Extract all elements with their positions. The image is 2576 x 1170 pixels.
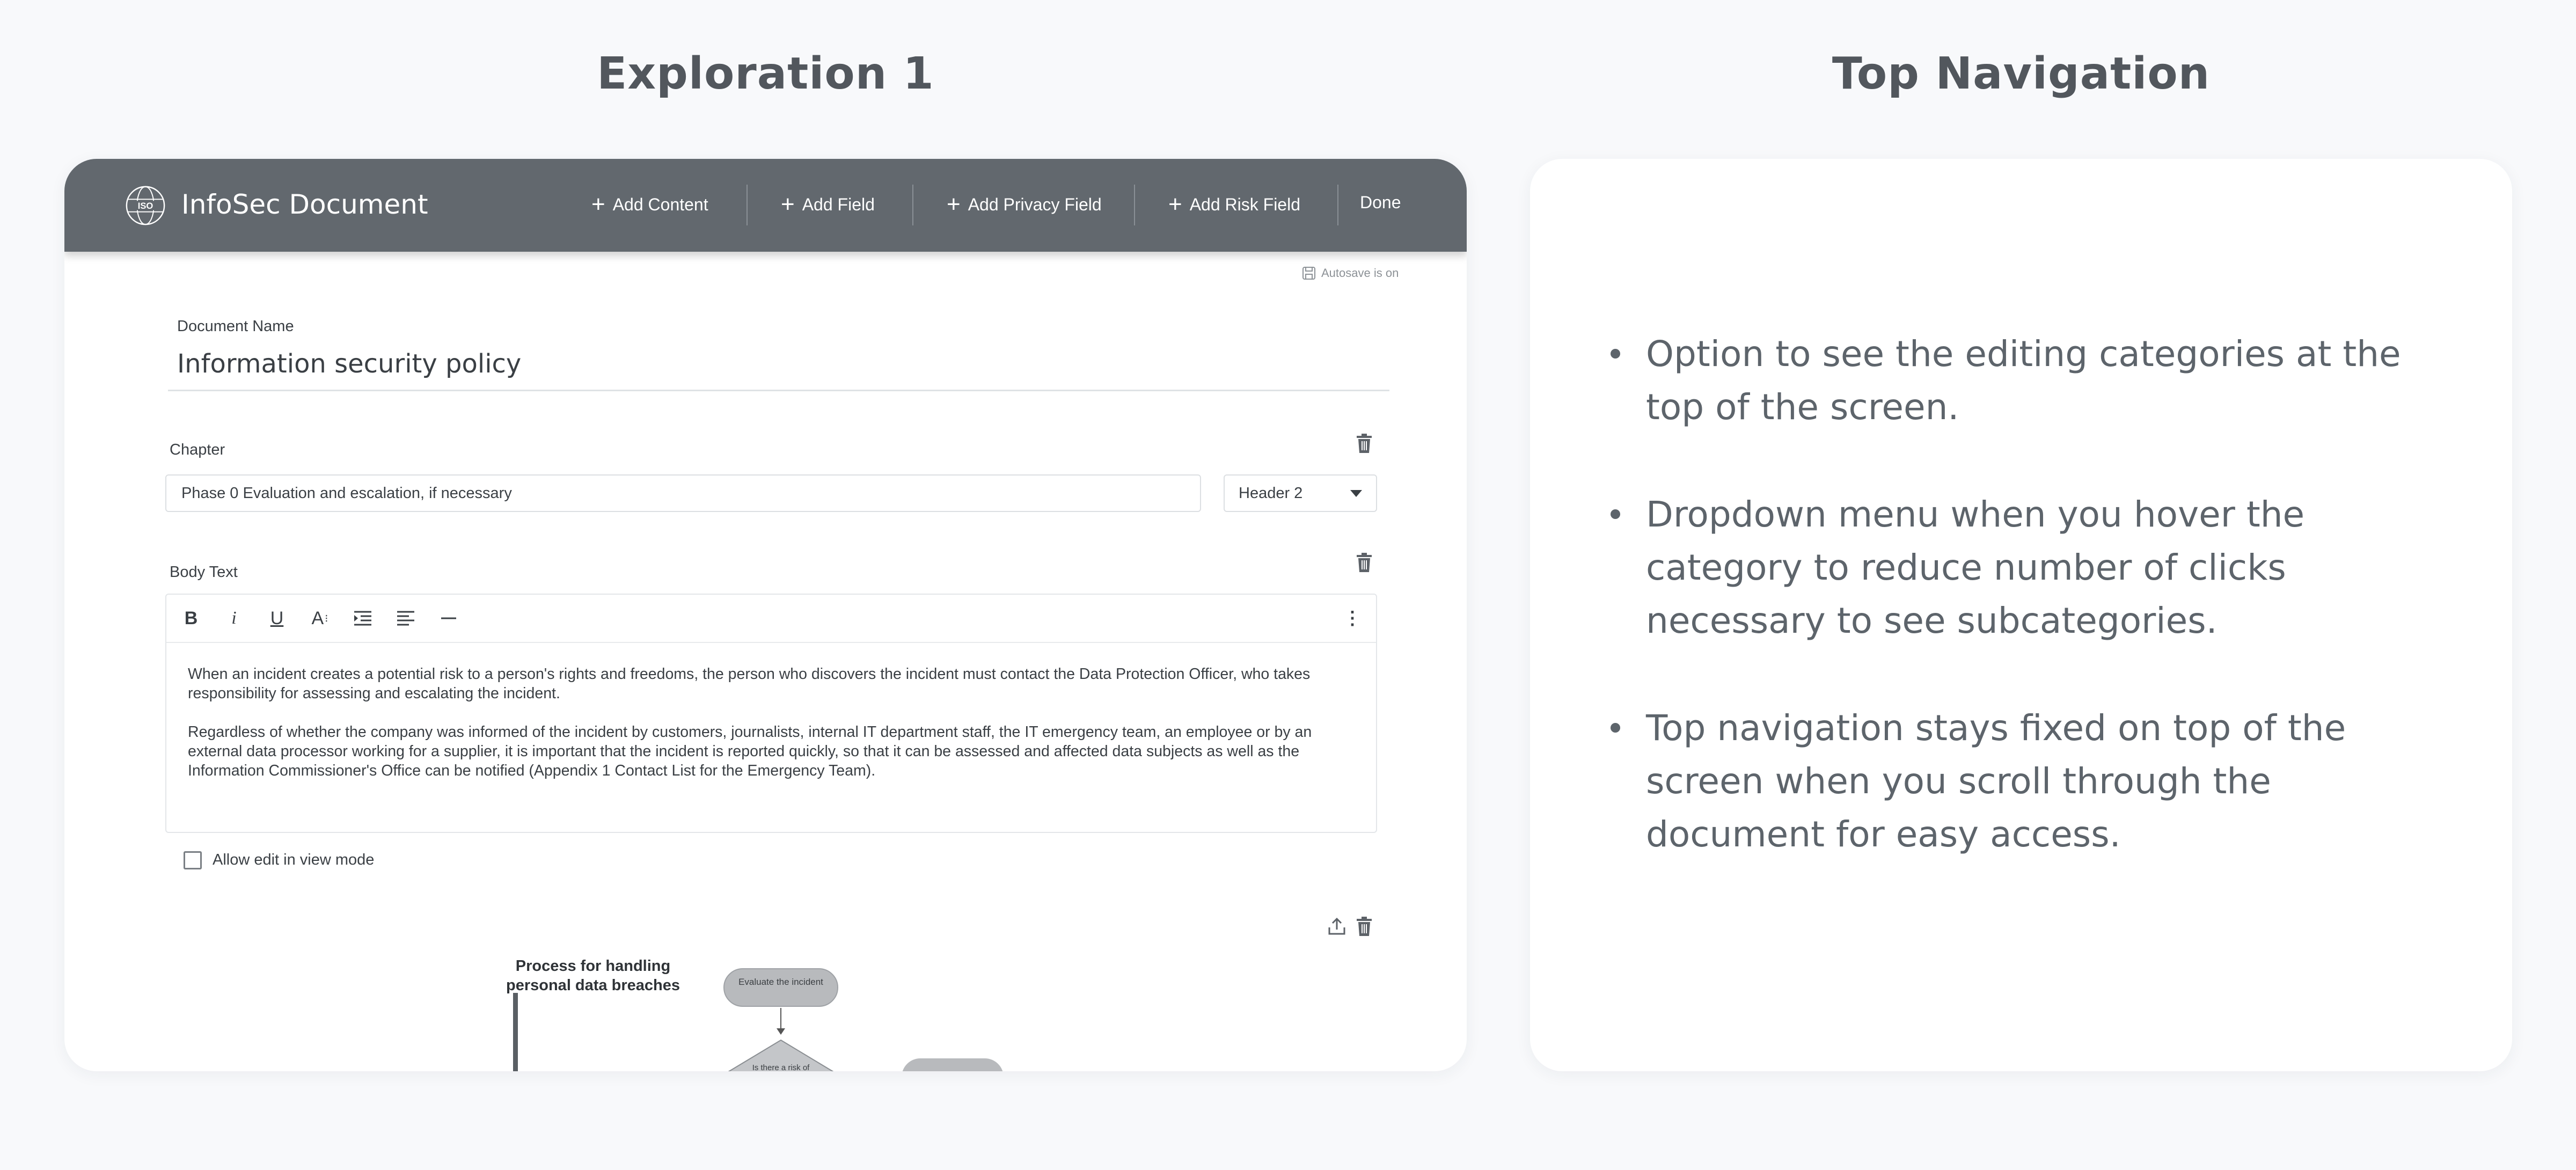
note-item: Top navigation stays fixed on top of the…: [1611, 701, 2448, 861]
caret-down-icon: [1350, 489, 1362, 497]
add-privacy-field-button[interactable]: + Add Privacy Field: [947, 193, 1102, 216]
font-size-button[interactable]: A ⁝: [308, 608, 332, 629]
flowchart-arrowhead: [777, 1028, 785, 1035]
delete-body-trash-icon[interactable]: [1356, 553, 1372, 572]
nav-divider: [912, 185, 913, 225]
horizontal-rule-icon[interactable]: [437, 608, 460, 629]
autosave-indicator: Autosave is on: [1302, 266, 1399, 280]
plus-icon: +: [947, 191, 961, 217]
document-name-label: Document Name: [177, 318, 294, 335]
add-content-button[interactable]: + Add Content: [591, 193, 708, 216]
save-icon: [1302, 267, 1315, 280]
note-item: Option to see the editing categories at …: [1611, 327, 2448, 434]
body-text-label: Body Text: [170, 564, 238, 581]
nav-divider: [1134, 185, 1135, 225]
svg-text:ISO: ISO: [138, 201, 153, 211]
nav-divider: [1337, 185, 1338, 225]
chapter-value: Phase 0 Evaluation and escalation, if ne…: [181, 484, 512, 502]
editor-toolbar: B i U A ⁝ ⋮: [166, 595, 1376, 643]
top-navigation-bar: ISO InfoSec Document + Add Content + Add…: [64, 159, 1467, 252]
note-item: Dropdown menu when you hover the categor…: [1611, 488, 2448, 647]
plus-icon: +: [1168, 191, 1182, 217]
exploration-heading: Exploration 1: [597, 48, 934, 99]
autosave-text: Autosave is on: [1321, 266, 1399, 280]
underline-button[interactable]: U: [265, 608, 289, 629]
add-privacy-field-label: Add Privacy Field: [968, 194, 1102, 214]
heading-style-value: Header 2: [1239, 484, 1303, 502]
font-size-icon: ⁝: [325, 612, 328, 625]
add-field-label: Add Field: [802, 194, 875, 214]
flowchart-node-partial: [902, 1058, 1004, 1071]
app-title: InfoSec Document: [181, 189, 428, 220]
flowchart-node-evaluate: Evaluate the incident: [723, 968, 838, 1007]
done-button[interactable]: Done: [1360, 193, 1401, 213]
notes-card: Option to see the editing categories at …: [1530, 159, 2512, 1071]
more-options-icon[interactable]: ⋮: [1341, 608, 1364, 629]
flowchart-swimlane-line: [513, 993, 518, 1071]
iso-logo-icon: ISO: [126, 186, 165, 225]
plus-icon: +: [781, 191, 795, 217]
font-size-label: A: [311, 608, 324, 628]
notes-list: Option to see the editing categories at …: [1611, 327, 2448, 915]
allow-edit-checkbox[interactable]: [184, 851, 202, 869]
top-navigation-heading: Top Navigation: [1832, 48, 2211, 99]
delete-flowchart-trash-icon[interactable]: [1356, 917, 1372, 936]
bold-button[interactable]: B: [179, 608, 203, 629]
align-left-icon[interactable]: [394, 608, 418, 629]
delete-chapter-trash-icon[interactable]: [1356, 434, 1372, 453]
add-risk-field-label: Add Risk Field: [1189, 194, 1300, 214]
heading-style-select[interactable]: Header 2: [1224, 474, 1377, 512]
plus-icon: +: [591, 191, 605, 217]
body-text-content[interactable]: When an incident creates a potential ris…: [188, 664, 1352, 800]
flowchart-title-line: Process for handling: [515, 957, 671, 975]
body-paragraph: Regardless of whether the company was in…: [188, 723, 1312, 779]
allow-edit-label: Allow edit in view mode: [213, 851, 375, 868]
exploration-mockup-card: ISO InfoSec Document + Add Content + Add…: [64, 159, 1467, 1071]
done-label: Done: [1360, 193, 1401, 212]
italic-button[interactable]: i: [222, 608, 246, 629]
flowchart-title-line: personal data breaches: [506, 977, 680, 994]
add-field-button[interactable]: + Add Field: [781, 193, 875, 216]
nav-divider: [747, 185, 748, 225]
indent-icon[interactable]: [351, 608, 375, 629]
flowchart-title: Process for handling personal data breac…: [488, 956, 698, 995]
chapter-input[interactable]: Phase 0 Evaluation and escalation, if ne…: [165, 474, 1201, 512]
chapter-label: Chapter: [170, 441, 225, 458]
upload-icon[interactable]: [1327, 917, 1346, 936]
flowchart-decision-node: Is there a risk of: [728, 1039, 834, 1071]
document-name-underline: [168, 390, 1389, 391]
document-name-input[interactable]: Information security policy: [177, 349, 521, 379]
rich-text-editor: B i U A ⁝ ⋮ When an incident creates a p…: [165, 594, 1377, 833]
svg-text:Is there a risk of: Is there a risk of: [752, 1063, 810, 1071]
body-paragraph: When an incident creates a potential ris…: [188, 666, 1311, 702]
add-content-label: Add Content: [612, 194, 708, 214]
add-risk-field-button[interactable]: + Add Risk Field: [1168, 193, 1300, 216]
